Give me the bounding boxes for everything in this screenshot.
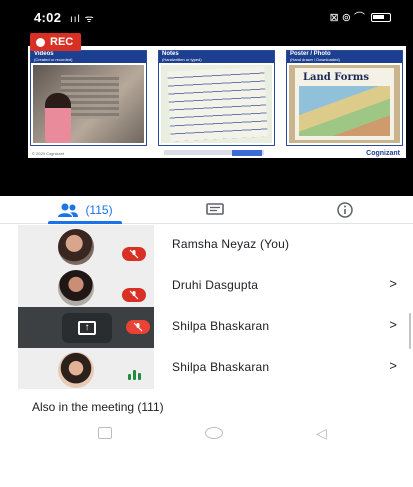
participant-tile xyxy=(18,225,154,266)
avatar xyxy=(58,229,94,265)
participant-row[interactable]: Shilpa Bhaskaran > xyxy=(0,348,413,389)
tab-people[interactable]: (115) xyxy=(40,196,130,224)
home-icon[interactable] xyxy=(205,427,223,439)
slide-panel-notes: Notes (Handwritten or typed) xyxy=(158,50,275,146)
speaking-indicator-icon xyxy=(128,370,141,380)
participant-tile: ↑ xyxy=(18,307,154,348)
notes-image xyxy=(161,65,272,143)
tab-chat[interactable] xyxy=(190,196,240,224)
mic-off-icon xyxy=(122,288,146,302)
chevron-right-icon[interactable]: > xyxy=(389,276,397,291)
chat-icon xyxy=(206,203,224,215)
recording-label: REC xyxy=(50,36,74,48)
slide-panel-videos: Videos (Created or recorded) xyxy=(30,50,147,146)
slide-footer-button xyxy=(232,150,262,156)
presentation-video[interactable]: 4:02 ııl ᯤ ⊠ ⊚ ⌒ REC Videos (Created or r… xyxy=(0,0,413,196)
avatar xyxy=(58,352,94,388)
people-icon xyxy=(58,203,79,217)
brand-logo: Cognizant xyxy=(366,150,400,157)
participant-name: Shilpa Bhaskaran xyxy=(172,319,270,333)
panel-subtitle: (Handwritten or typed) xyxy=(162,57,202,62)
back-icon[interactable]: ◁ xyxy=(316,425,327,442)
slide-panel-poster: Poster / Photo (Hand drawn / Downloaded) … xyxy=(286,50,403,146)
also-in-meeting-header: Also in the meeting (111) xyxy=(32,400,164,414)
battery-icon xyxy=(371,12,391,22)
meeting-tabs: (115) xyxy=(0,196,413,224)
screen-share-tile: ↑ xyxy=(62,313,112,343)
video-thumbnail-image xyxy=(33,65,144,143)
participant-name: Shilpa Bhaskaran xyxy=(172,360,270,374)
recording-badge: REC xyxy=(30,33,82,51)
tab-info[interactable] xyxy=(320,196,370,224)
signal-icon: ııl ᯤ xyxy=(70,14,95,25)
participant-list: Ramsha Neyaz (You) Druhi Dasgupta > ↑ Sh… xyxy=(0,225,413,389)
participant-row[interactable]: Ramsha Neyaz (You) xyxy=(0,225,413,266)
participant-tile xyxy=(18,348,154,389)
shared-slide: Videos (Created or recorded) Notes (Handwr… xyxy=(28,46,406,158)
poster-image: Land Forms xyxy=(289,65,400,143)
participant-name: Ramsha Neyaz (You) xyxy=(172,237,290,251)
mic-off-icon xyxy=(126,320,150,334)
info-icon xyxy=(337,202,353,218)
panel-subtitle: (Hand drawn / Downloaded) xyxy=(290,57,340,62)
poster-title: Land Forms xyxy=(303,72,369,83)
chevron-right-icon[interactable]: > xyxy=(389,317,397,332)
status-right-icons: ⊠ ⊚ ⌒ xyxy=(329,9,391,25)
participant-row[interactable]: ↑ Shilpa Bhaskaran > xyxy=(0,307,413,348)
alarm-icon: ⊠ ⊚ ⌒ xyxy=(329,12,365,24)
wifi-icon: ᯤ xyxy=(84,14,95,25)
mic-off-icon xyxy=(122,247,146,261)
avatar xyxy=(58,270,94,306)
slide-copyright: © 2020 Cognizant xyxy=(32,151,65,156)
present-screen-icon: ↑ xyxy=(78,321,96,335)
status-time: 4:02 xyxy=(34,10,62,25)
chevron-right-icon[interactable]: > xyxy=(389,358,397,373)
people-count: (115) xyxy=(85,203,113,217)
scrollbar[interactable] xyxy=(409,313,411,349)
recent-apps-icon[interactable] xyxy=(98,427,112,439)
participant-name: Druhi Dasgupta xyxy=(172,278,259,292)
participant-row[interactable]: Druhi Dasgupta > xyxy=(0,266,413,307)
record-dot-icon xyxy=(36,37,45,47)
panel-subtitle: (Created or recorded) xyxy=(34,57,73,62)
system-nav-bar: ◁ xyxy=(0,422,413,444)
status-bar: 4:02 ııl ᯤ ⊠ ⊚ ⌒ xyxy=(0,0,413,30)
participant-tile xyxy=(18,266,154,307)
